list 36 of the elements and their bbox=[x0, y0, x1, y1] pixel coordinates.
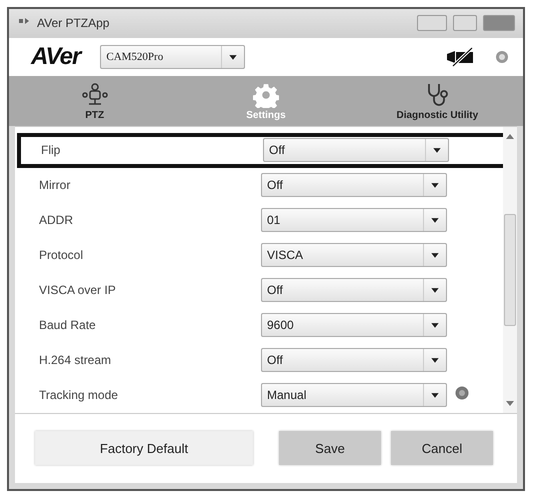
camera-dropdown[interactable]: CAM520Pro bbox=[100, 44, 246, 69]
setting-label: VISCA over IP bbox=[39, 283, 117, 298]
setting-label: Protocol bbox=[39, 248, 84, 262]
logo: AVer bbox=[31, 42, 80, 71]
setting-dropdown[interactable]: Off bbox=[261, 348, 447, 372]
nav-tab[interactable]: PTZ bbox=[9, 76, 180, 126]
action-button[interactable]: Cancel bbox=[391, 431, 493, 466]
setting-label: Flip bbox=[41, 143, 62, 158]
nav-tab[interactable]: Diagnostic Utility bbox=[352, 76, 523, 126]
action-button[interactable]: Factory Default bbox=[35, 431, 253, 466]
setting-label: H.264 stream bbox=[39, 353, 112, 368]
scroll-thumb[interactable] bbox=[504, 214, 516, 326]
help-icon[interactable] bbox=[455, 386, 469, 400]
action-button[interactable]: Save bbox=[279, 431, 381, 466]
setting-dropdown[interactable]: Off bbox=[261, 173, 447, 198]
close-button[interactable] bbox=[483, 15, 515, 32]
setting-label: Tracking mode bbox=[39, 388, 119, 402]
setting-dropdown[interactable]: 01 bbox=[261, 208, 447, 232]
setting-dropdown[interactable]: 9600 bbox=[261, 313, 447, 338]
scroll-down-icon[interactable] bbox=[506, 400, 514, 407]
setting-dropdown[interactable]: VISCA bbox=[261, 243, 447, 268]
setting-label: ADDR bbox=[39, 213, 74, 228]
setting-dropdown[interactable]: Manual bbox=[261, 383, 447, 408]
setting-dropdown[interactable]: Off bbox=[263, 138, 449, 162]
setting-label: Mirror bbox=[39, 178, 72, 192]
camera-off-icon[interactable] bbox=[445, 46, 475, 67]
info-icon[interactable] bbox=[495, 50, 509, 64]
scrollbar[interactable] bbox=[503, 126, 517, 413]
window-title: AVer PTZApp bbox=[37, 16, 110, 30]
scroll-up-icon[interactable] bbox=[506, 132, 514, 139]
maximize-button[interactable] bbox=[453, 15, 477, 32]
setting-label: Baud Rate bbox=[39, 318, 97, 332]
camera-icon bbox=[80, 82, 109, 108]
setting-dropdown[interactable]: Off bbox=[261, 278, 447, 302]
gear-icon bbox=[252, 82, 279, 108]
minimize-button[interactable] bbox=[417, 15, 447, 32]
